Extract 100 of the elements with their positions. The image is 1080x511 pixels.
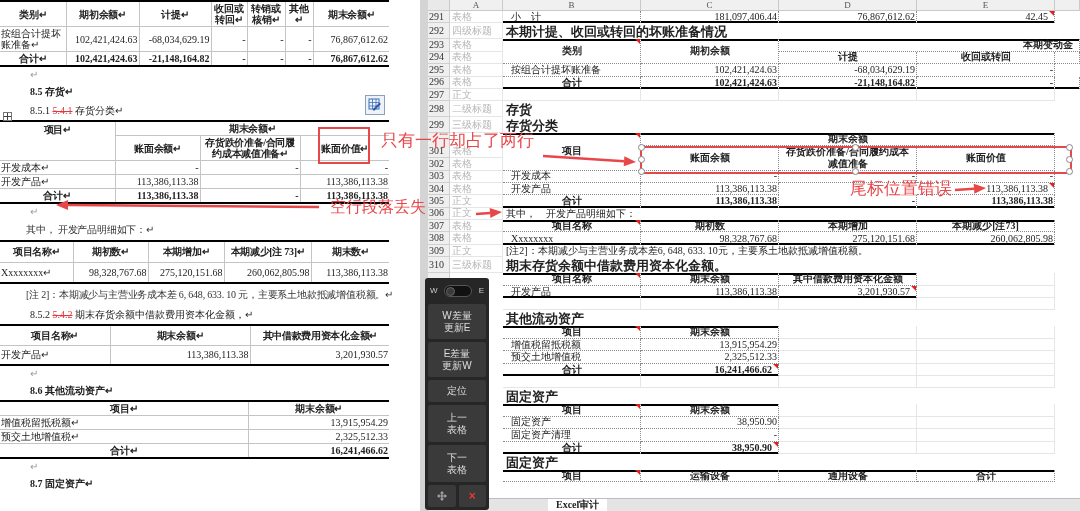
section-heading: 8.6 其他流动资产↵ bbox=[30, 383, 113, 398]
table-cell: 3,201,930.57 bbox=[250, 345, 389, 365]
table-cell: 计提↵ bbox=[139, 1, 211, 27]
paragraph-mark: ↵ bbox=[30, 206, 38, 217]
spreadsheet-cell: 113,386,113.38 bbox=[715, 285, 777, 298]
section-heading: 8.5.2 5.4.2 期末存货余额中借款费用资本化金额，↵ bbox=[30, 307, 253, 322]
spreadsheet-cell: 开发成本 bbox=[511, 170, 551, 183]
toolbar-button[interactable]: 上一表格 bbox=[428, 405, 486, 442]
spreadsheet-cell: 类别 bbox=[561, 45, 582, 58]
row-number[interactable]: 302 bbox=[428, 158, 450, 171]
spreadsheet-cell: 275,120,151.68 bbox=[852, 232, 915, 245]
spreadsheet-cell: 113,386,113.38 bbox=[715, 195, 777, 208]
spreadsheet-cell: 113,386,113.38 bbox=[991, 195, 1053, 208]
spreadsheet-cell: 通用设备 bbox=[827, 469, 868, 482]
move-button[interactable] bbox=[428, 485, 456, 507]
table-cell: 合计↵ bbox=[0, 443, 248, 458]
row-number[interactable]: 291 bbox=[428, 11, 450, 24]
table-cell: -21,148,164.82 bbox=[139, 51, 211, 66]
toolbar-button[interactable]: W差量更新E bbox=[428, 304, 486, 339]
spreadsheet-cell: 固定资产清理 bbox=[511, 428, 571, 441]
table-cell: 其他↵ bbox=[285, 1, 313, 27]
table-cell: 类别↵ bbox=[0, 1, 66, 27]
spreadsheet-cell: 102,421,424.63 bbox=[714, 63, 777, 76]
table-cell: 期初余额↵ bbox=[66, 1, 139, 27]
table-cell: 项目名称↵ bbox=[0, 241, 73, 262]
row-number[interactable]: 293 bbox=[428, 39, 450, 52]
sheet-heading: 存货 bbox=[506, 102, 532, 118]
spreadsheet-cell: 113,386,113.38 bbox=[986, 182, 1048, 195]
select-all-corner[interactable] bbox=[428, 0, 450, 11]
spreadsheet-cell: - bbox=[911, 195, 915, 208]
spreadsheet-cell: 项目 bbox=[561, 145, 582, 158]
table-cell: 260,062,805.98 bbox=[224, 262, 311, 283]
table-cell: 按组合计提坏账准备↵ bbox=[0, 26, 66, 52]
switch-label: W bbox=[430, 285, 438, 297]
spreadsheet-cell: 固定资产 bbox=[511, 416, 551, 429]
spreadsheet-cell: 计提 bbox=[837, 51, 858, 64]
table-cell: 开发产品↵ bbox=[0, 345, 110, 365]
toggle-switch[interactable] bbox=[444, 285, 473, 297]
column-header[interactable] bbox=[1055, 0, 1080, 11]
table-cell: - bbox=[115, 160, 200, 175]
table-cell: 合计↵ bbox=[0, 51, 66, 66]
sheet-tab[interactable]: Excel审计 bbox=[548, 499, 608, 511]
spreadsheet-cell: 开发产品 bbox=[511, 285, 551, 298]
paragraph-mark: ↵ bbox=[30, 461, 38, 472]
toolbar-button[interactable]: 下一表格 bbox=[428, 445, 486, 482]
table-cell: 收回或转回↵ bbox=[211, 1, 247, 27]
sheet-heading: 其他流动资产 bbox=[506, 311, 584, 327]
table-cell: 存货跌价准备/合同履约成本减值准备↵ bbox=[200, 135, 300, 161]
row-number[interactable]: 305 bbox=[428, 195, 450, 208]
comment-marker bbox=[773, 441, 778, 447]
spreadsheet-cell: 期初数 bbox=[694, 219, 725, 232]
section-heading: 8.5 存货↵ bbox=[30, 84, 73, 99]
row-number[interactable]: 295 bbox=[428, 64, 450, 77]
spreadsheet-cell: 16,241,466.62 bbox=[714, 363, 772, 376]
table-cell: - bbox=[247, 26, 285, 52]
spreadsheet-cell: 合计 bbox=[975, 469, 996, 482]
column-header[interactable]: A bbox=[450, 0, 503, 11]
comment-marker bbox=[773, 363, 778, 369]
table-cell: 113,386,113.38 bbox=[115, 188, 200, 203]
table-cell: 102,421,424.63 bbox=[66, 51, 139, 66]
comment-marker bbox=[911, 285, 916, 291]
column-header[interactable]: E bbox=[917, 0, 1055, 11]
spreadsheet-cell: 收回或转回 bbox=[960, 51, 1011, 64]
table-cell: 113,386,113.38 bbox=[300, 174, 389, 189]
table-cell: 2,325,512.33 bbox=[248, 429, 389, 444]
spreadsheet-cell: 13,915,954.29 bbox=[719, 338, 777, 351]
table-cell: - bbox=[285, 26, 313, 52]
table-cell: - bbox=[285, 51, 313, 66]
table-cell: 113,386,113.38 bbox=[311, 262, 389, 283]
move-handle-icon[interactable] bbox=[3, 112, 12, 121]
toolbar-button[interactable]: 定位 bbox=[428, 380, 486, 402]
spreadsheet-cell: 102,421,424.63 bbox=[714, 76, 777, 89]
table-cell: 开发成本↵ bbox=[0, 160, 115, 175]
table-cell: -68,034,629.19 bbox=[139, 26, 211, 52]
row-number[interactable]: 308 bbox=[428, 232, 450, 245]
table-cell: 113,386,113.38 bbox=[110, 345, 250, 365]
toolbar-button[interactable]: E差量更新W bbox=[428, 342, 486, 377]
paragraph: [注 2]：本期减少与主营业务成本差 6, 648, 633. 10 元，主要系土地款抵减增值税额。↵ bbox=[26, 287, 393, 302]
sheet-heading: 本期计提、收回或转回的坏账准备情况 bbox=[506, 24, 727, 40]
table-cell: - bbox=[300, 160, 389, 175]
table-pen-icon[interactable] bbox=[365, 95, 385, 115]
table-cell: 76,867,612.62 bbox=[313, 26, 389, 52]
spreadsheet-cell: 合计 bbox=[561, 363, 582, 376]
row-number[interactable]: 307 bbox=[428, 220, 450, 233]
column-header[interactable]: D bbox=[779, 0, 917, 11]
spreadsheet-cell: 开发产品 bbox=[511, 182, 551, 195]
spreadsheet-cell: 期末余额 bbox=[689, 272, 730, 285]
paragraph-mark: ↵ bbox=[30, 69, 38, 80]
table-cell: 76,867,612.62 bbox=[313, 51, 389, 66]
spreadsheet-cell: 本期变动金 bbox=[1023, 39, 1073, 52]
column-header[interactable]: B bbox=[503, 0, 641, 11]
spreadsheet-cell: 2,325,512.33 bbox=[724, 350, 777, 363]
section-heading: 8.5.1 5.4.1 存货分类↵ bbox=[30, 103, 123, 118]
spreadsheet-cell: - bbox=[773, 170, 777, 183]
column-header[interactable]: C bbox=[641, 0, 779, 11]
spreadsheet-cell: 合计 bbox=[561, 76, 582, 89]
spreadsheet-cell: 期初余额 bbox=[689, 45, 730, 58]
spreadsheet-cell: 合计 bbox=[561, 195, 582, 208]
table-cell: 113,386,113.38 bbox=[115, 174, 200, 189]
spreadsheet-cell: 期末余额 bbox=[689, 326, 730, 339]
